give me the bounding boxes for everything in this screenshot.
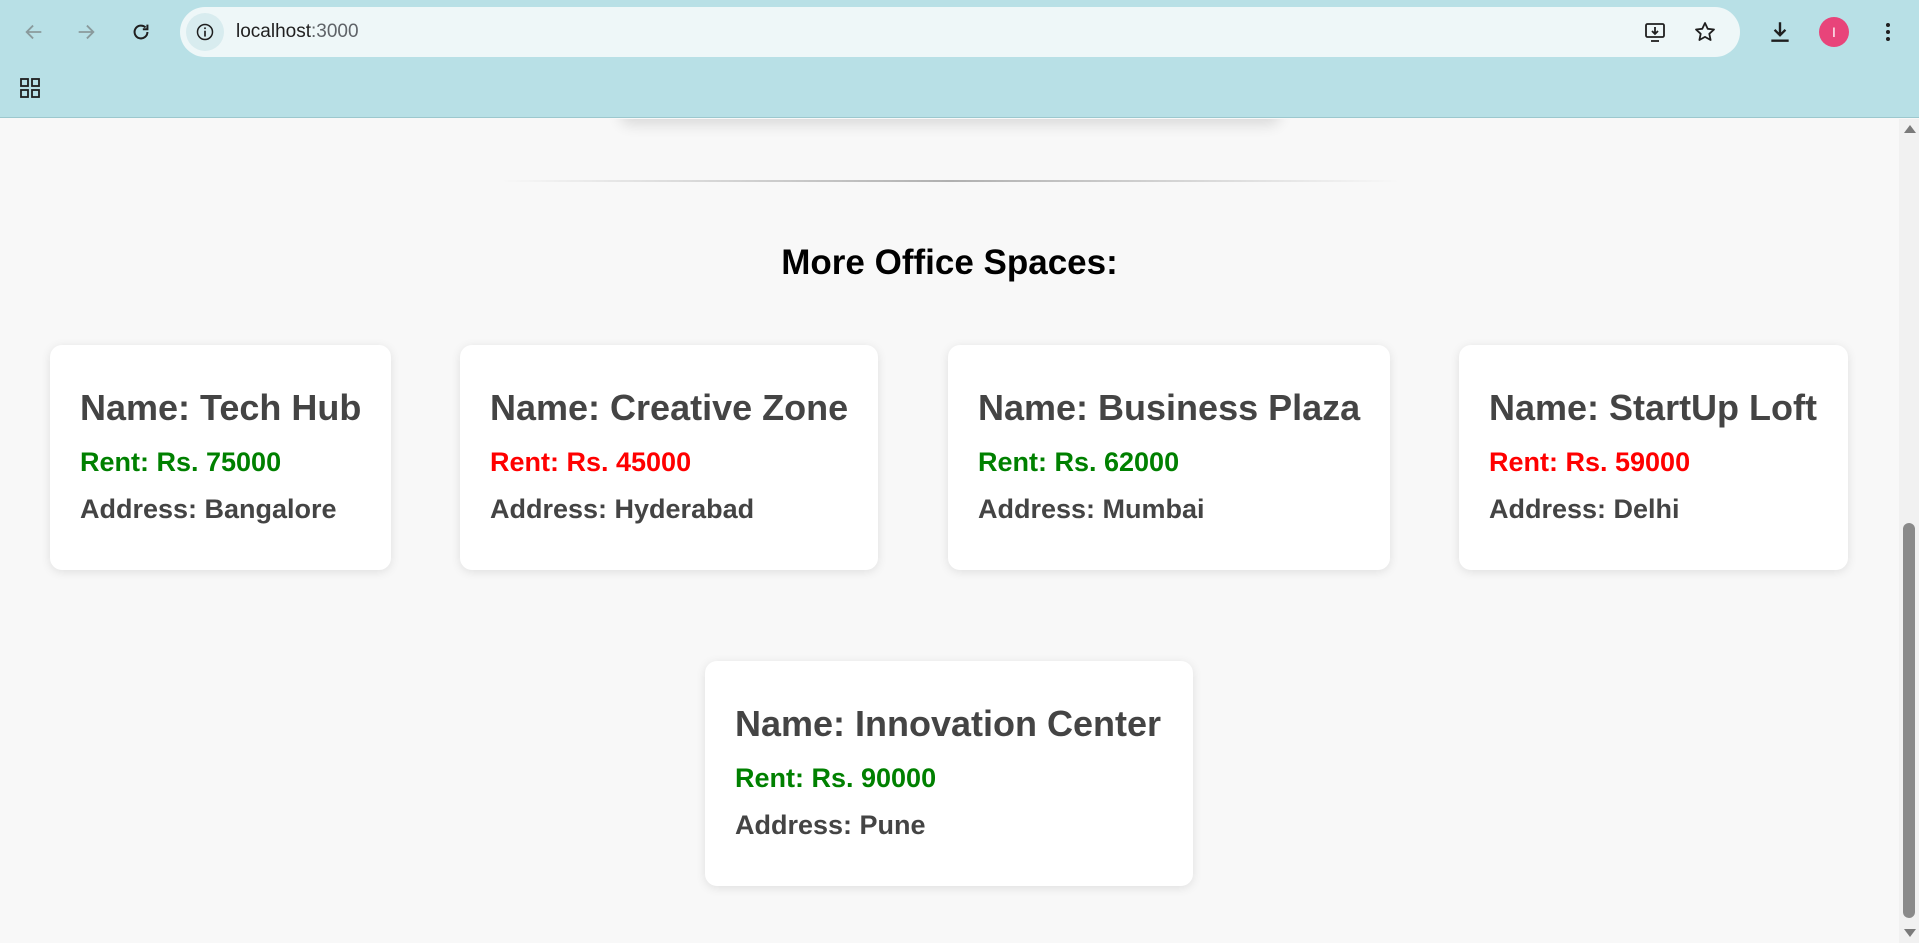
office-name: Name: Creative Zone (490, 387, 849, 428)
profile-avatar[interactable]: I (1819, 17, 1849, 47)
office-name: Name: Tech Hub (80, 387, 362, 428)
office-rent: Rent: Rs. 90000 (735, 763, 937, 793)
install-app-icon[interactable] (1640, 17, 1670, 47)
office-name: Name: Business Plaza (978, 387, 1361, 428)
office-address: Address: Delhi (1489, 494, 1680, 524)
office-name: Name: StartUp Loft (1489, 387, 1818, 428)
scroll-up-arrow-icon[interactable] (1904, 125, 1916, 133)
scroll-down-arrow-icon[interactable] (1904, 929, 1916, 937)
office-address: Address: Hyderabad (490, 494, 755, 524)
site-info-icon[interactable] (186, 13, 224, 51)
office-name: Name: Innovation Center (735, 703, 1162, 744)
url-host: localhost (236, 21, 311, 42)
office-rent: Rent: Rs. 75000 (80, 447, 282, 477)
url-port: :3000 (311, 21, 359, 42)
back-arrow-icon (25, 24, 42, 40)
url-text[interactable]: localhost:3000 (236, 21, 359, 43)
forward-button[interactable] (66, 12, 106, 52)
office-address: Address: Pune (735, 810, 926, 840)
office-rent: Rent: Rs. 45000 (490, 447, 692, 477)
office-card: Name: StartUp Loft Rent: Rs. 59000 Addre… (1459, 345, 1848, 570)
scrollbar-thumb[interactable] (1903, 523, 1915, 918)
office-address: Address: Bangalore (80, 494, 337, 524)
office-rent: Rent: Rs. 59000 (1489, 447, 1691, 477)
back-button[interactable] (14, 12, 54, 52)
office-card: Name: Tech Hub Rent: Rs. 75000 Address: … (50, 345, 391, 570)
downloads-icon[interactable] (1762, 14, 1798, 50)
office-rent: Rent: Rs. 62000 (978, 447, 1180, 477)
page-scrollbar[interactable] (1899, 119, 1919, 943)
browser-toolbar: localhost:3000 I (0, 0, 1919, 118)
office-address: Address: Mumbai (978, 494, 1205, 524)
bookmark-star-icon[interactable] (1690, 17, 1720, 47)
apps-grid-icon[interactable] (14, 72, 46, 104)
office-card: Name: Creative Zone Rent: Rs. 45000 Addr… (460, 345, 878, 570)
section-divider (500, 180, 1400, 182)
forward-arrow-icon (78, 24, 95, 40)
address-bar[interactable]: localhost:3000 (180, 7, 1740, 57)
reload-button[interactable] (121, 12, 161, 52)
browser-menu-icon[interactable] (1870, 14, 1906, 50)
page-viewport: More Office Spaces: Name: Tech Hub Rent:… (0, 119, 1899, 943)
office-card: Name: Innovation Center Rent: Rs. 90000 … (705, 661, 1193, 886)
office-card: Name: Business Plaza Rent: Rs. 62000 Add… (948, 345, 1390, 570)
section-title: More Office Spaces: (781, 243, 1118, 282)
reload-icon (133, 24, 149, 40)
